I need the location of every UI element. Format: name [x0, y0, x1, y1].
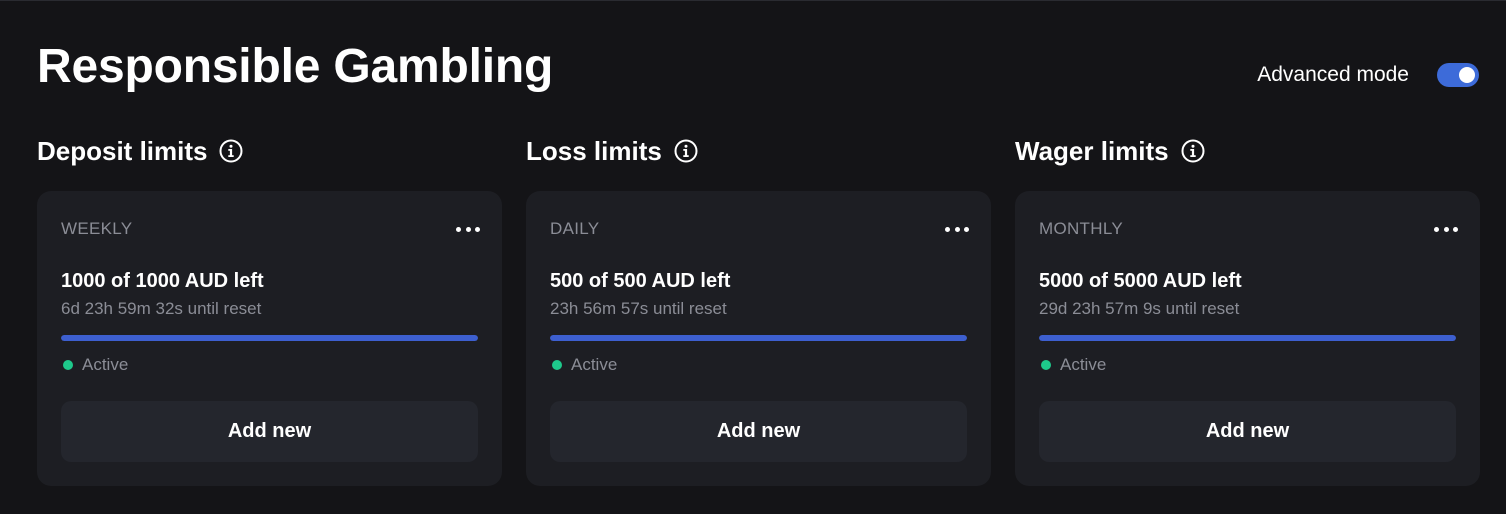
limit-amount: 500 of 500 AUD left [550, 270, 731, 292]
reset-countdown: 23h 56m 57s until reset [550, 299, 727, 318]
section-header: Loss limits [526, 132, 991, 170]
limit-progress-bar [550, 335, 967, 341]
status-indicator: Active [63, 355, 128, 375]
status-indicator: Active [552, 355, 617, 375]
add-new-button[interactable]: Add new [61, 401, 478, 462]
more-options-icon[interactable] [945, 219, 969, 239]
limit-progress-bar [1039, 335, 1456, 341]
limit-period: DAILY [550, 219, 600, 238]
status-label: Active [1060, 355, 1107, 374]
top-divider [0, 0, 1506, 1]
limit-period: WEEKLY [61, 219, 133, 238]
section-title: Loss limits [526, 135, 662, 166]
add-new-button[interactable]: Add new [550, 401, 967, 462]
section-header: Wager limits [1015, 132, 1480, 170]
deposit-limits-section: Deposit limits WEEKLY 1000 of 1000 AUD l… [37, 132, 502, 486]
section-header: Deposit limits [37, 132, 502, 170]
wager-limits-section: Wager limits MONTHLY 5000 of 5000 AUD le… [1015, 132, 1480, 486]
status-dot-icon [1041, 360, 1051, 370]
status-indicator: Active [1041, 355, 1106, 375]
add-new-button[interactable]: Add new [1039, 401, 1456, 462]
info-icon[interactable] [674, 139, 698, 163]
info-icon[interactable] [219, 139, 243, 163]
limit-progress-fill [61, 335, 478, 341]
advanced-mode-toggle[interactable] [1437, 63, 1479, 87]
info-icon[interactable] [1181, 139, 1205, 163]
limit-card: DAILY 500 of 500 AUD left 23h 56m 57s un… [526, 191, 991, 486]
status-label: Active [571, 355, 618, 374]
limit-amount: 5000 of 5000 AUD left [1039, 270, 1242, 292]
status-dot-icon [552, 360, 562, 370]
status-label: Active [82, 355, 129, 374]
advanced-mode-label: Advanced mode [1257, 63, 1409, 86]
limit-progress-fill [1039, 335, 1456, 341]
status-dot-icon [63, 360, 73, 370]
section-title: Wager limits [1015, 135, 1169, 166]
limit-progress-fill [550, 335, 967, 341]
page-title: Responsible Gambling [37, 40, 554, 93]
limit-card: MONTHLY 5000 of 5000 AUD left 29d 23h 57… [1015, 191, 1480, 486]
loss-limits-section: Loss limits DAILY 500 of 500 AUD left 23… [526, 132, 991, 486]
more-options-icon[interactable] [456, 219, 480, 239]
reset-countdown: 29d 23h 57m 9s until reset [1039, 299, 1240, 318]
advanced-mode-control: Advanced mode [1257, 62, 1479, 88]
section-title: Deposit limits [37, 135, 208, 166]
limit-amount: 1000 of 1000 AUD left [61, 270, 264, 292]
toggle-knob [1459, 67, 1475, 83]
limit-progress-bar [61, 335, 478, 341]
reset-countdown: 6d 23h 59m 32s until reset [61, 299, 262, 318]
more-options-icon[interactable] [1434, 219, 1458, 239]
limit-card: WEEKLY 1000 of 1000 AUD left 6d 23h 59m … [37, 191, 502, 486]
limit-period: MONTHLY [1039, 219, 1123, 238]
